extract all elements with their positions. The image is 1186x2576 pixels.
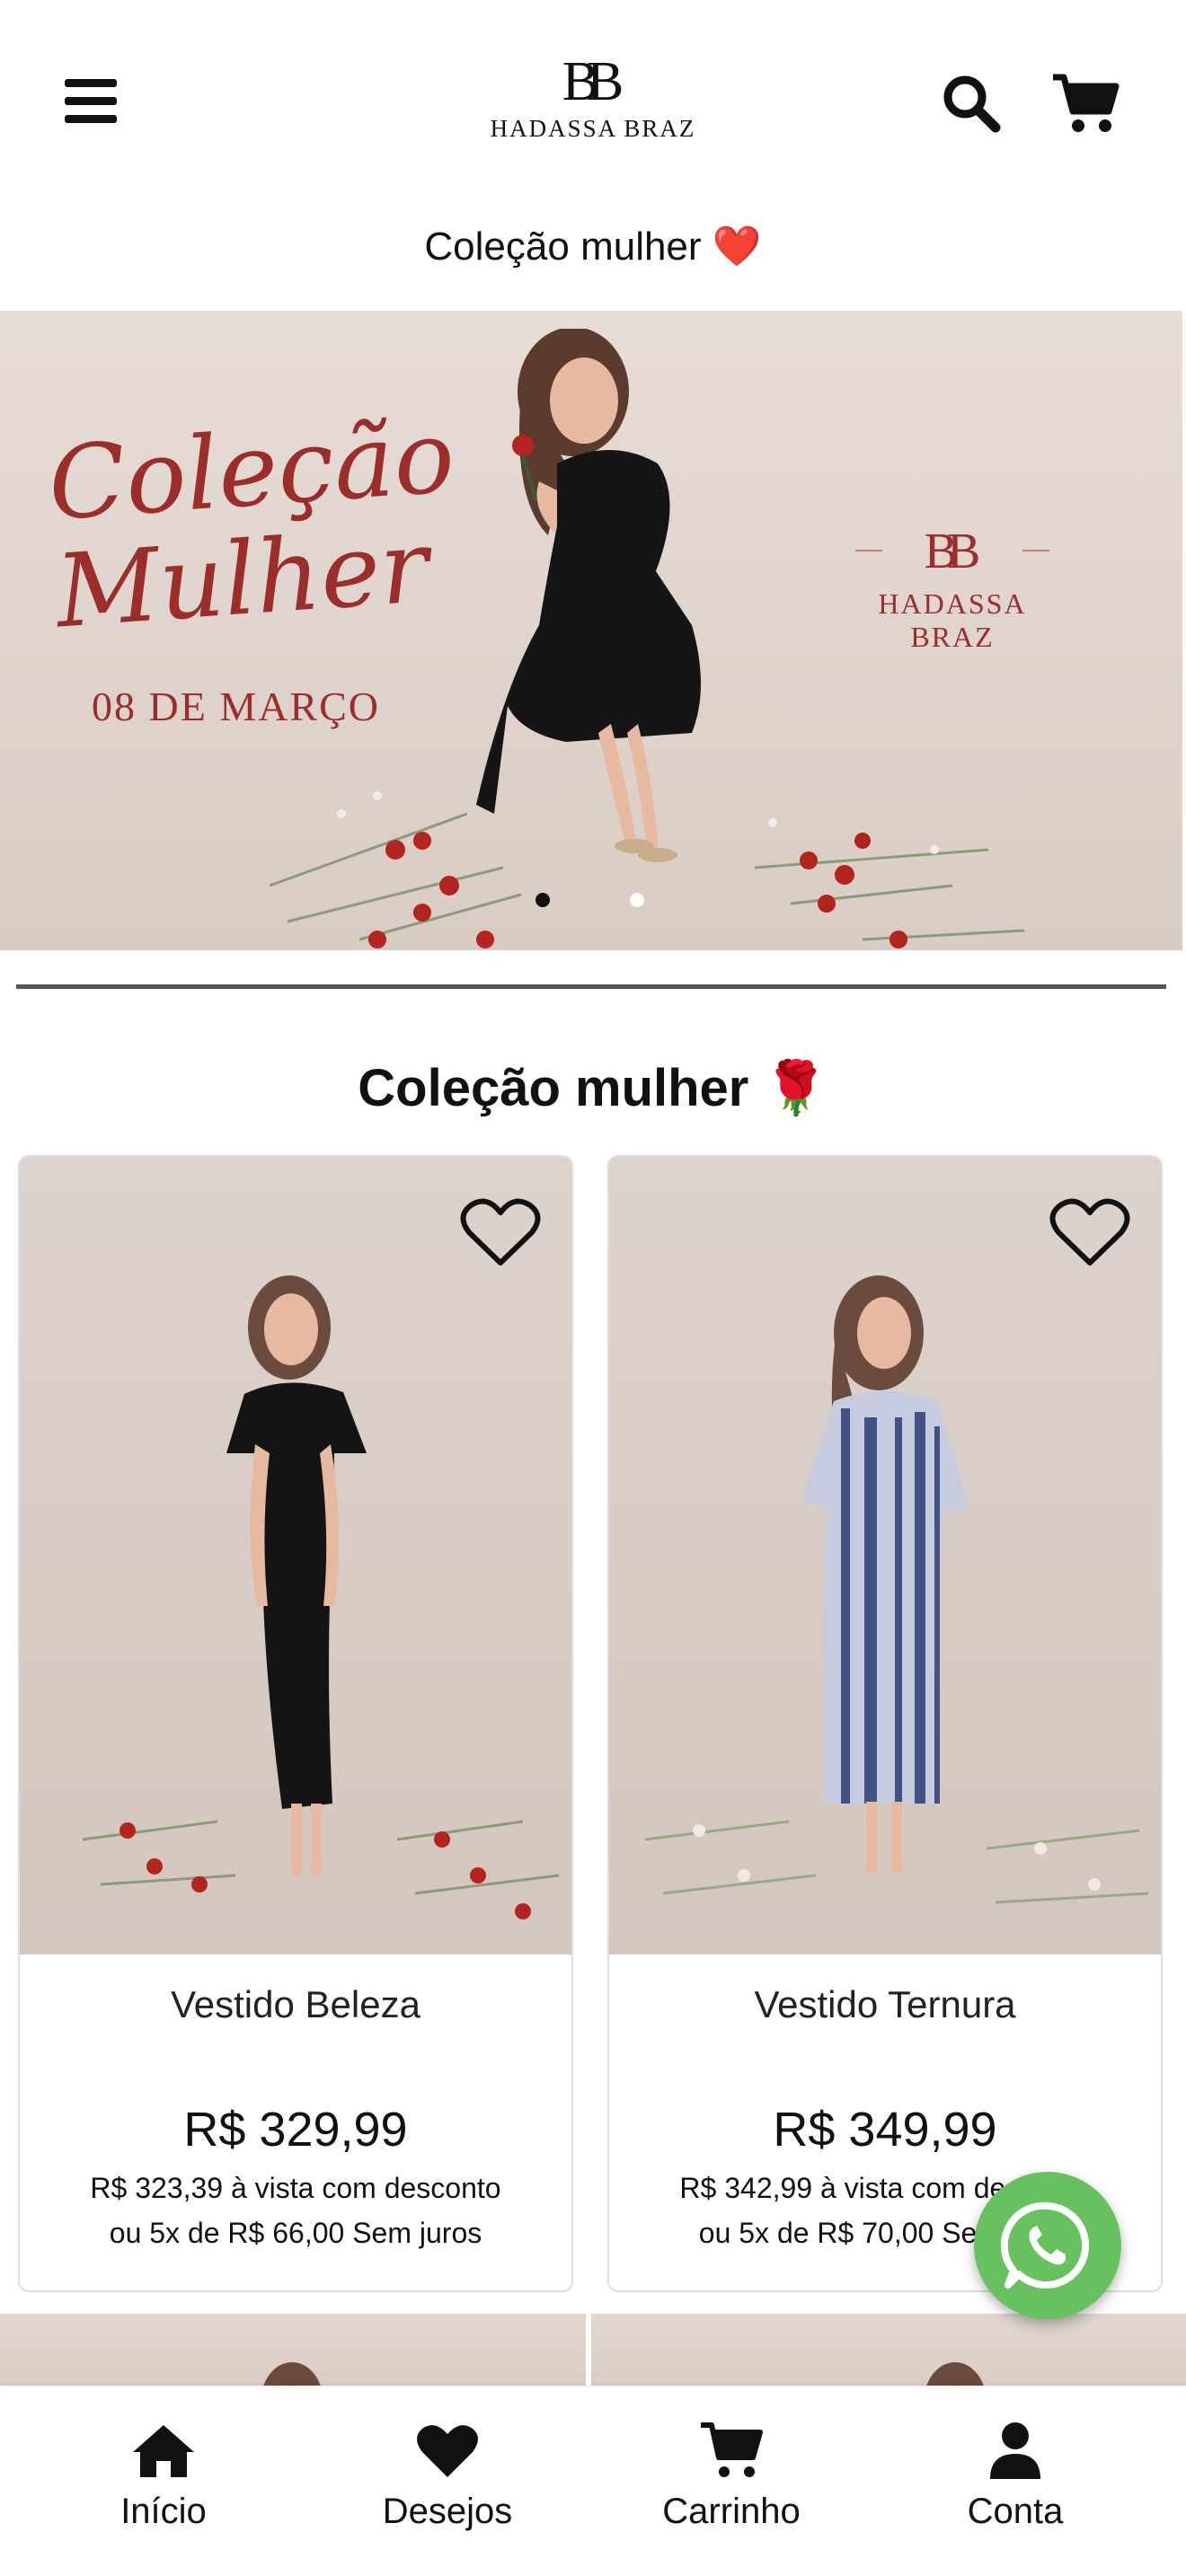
- section-divider: [16, 984, 1166, 989]
- heart-icon: [417, 2425, 478, 2477]
- nav-item-wishlist[interactable]: Desejos: [349, 2422, 546, 2532]
- collection-announcement[interactable]: Coleção mulher ❤️: [0, 223, 1186, 269]
- hamburger-menu-icon[interactable]: [65, 79, 119, 124]
- user-icon: [990, 2422, 1040, 2479]
- brand-mark: BB: [562, 51, 624, 112]
- product-price: R$ 349,99: [773, 2103, 997, 2157]
- nav-label-account: Conta: [967, 2492, 1064, 2531]
- hero-banner[interactable]: Coleção Mulher 08 DE MARÇO BB HADASSA BR…: [0, 311, 1182, 950]
- carousel-dot-2[interactable]: [630, 893, 644, 907]
- wishlist-heart-icon[interactable]: [460, 1196, 541, 1268]
- whatsapp-icon[interactable]: [974, 2172, 1121, 2319]
- brand-logo[interactable]: BB HADASSA BRAZ: [476, 52, 710, 143]
- nav-label-wishlist: Desejos: [382, 2492, 513, 2531]
- product-card-peek[interactable]: [591, 2314, 1186, 2386]
- product-card[interactable]: Vestido Ternura R$ 349,99 R$ 342,99 à vi…: [607, 1155, 1163, 2292]
- flowers-decoration: [269, 791, 1025, 948]
- product-card[interactable]: Vestido Beleza R$ 329,99 R$ 323,39 à vis…: [18, 1155, 573, 2292]
- nav-label-home: Início: [120, 2492, 207, 2531]
- carousel-dot-1[interactable]: [535, 893, 550, 907]
- product-image[interactable]: [20, 1157, 571, 1954]
- product-name[interactable]: Vestido Beleza: [20, 1983, 571, 2026]
- cart-icon: [701, 2422, 763, 2477]
- home-icon: [133, 2425, 194, 2477]
- wishlist-heart-icon[interactable]: [1049, 1196, 1130, 1268]
- cart-icon[interactable]: [1049, 72, 1121, 135]
- section-title: Coleção mulher 🌹: [358, 1059, 828, 1117]
- nav-item-account[interactable]: Conta: [916, 2422, 1114, 2532]
- product-price: R$ 329,99: [183, 2103, 408, 2157]
- carousel-indicators: [0, 893, 1186, 911]
- product-card-peek[interactable]: [0, 2314, 586, 2386]
- nav-label-cart: Carrinho: [662, 2492, 801, 2531]
- nav-item-home[interactable]: Início: [65, 2422, 262, 2532]
- product-image[interactable]: [609, 1157, 1161, 1954]
- search-icon[interactable]: [940, 72, 1003, 135]
- nav-item-cart[interactable]: Carrinho: [633, 2422, 830, 2532]
- bottom-navigation: Início Desejos Carrinho Conta: [0, 2387, 1186, 2576]
- product-installments: ou 5x de R$ 66,00 Sem juros: [109, 2217, 482, 2249]
- product-cash-price: R$ 323,39 à vista com desconto: [90, 2172, 501, 2204]
- header: BB HADASSA BRAZ: [0, 0, 1186, 207]
- brand-name: HADASSA BRAZ: [490, 115, 696, 142]
- product-name[interactable]: Vestido Ternura: [609, 1983, 1161, 2026]
